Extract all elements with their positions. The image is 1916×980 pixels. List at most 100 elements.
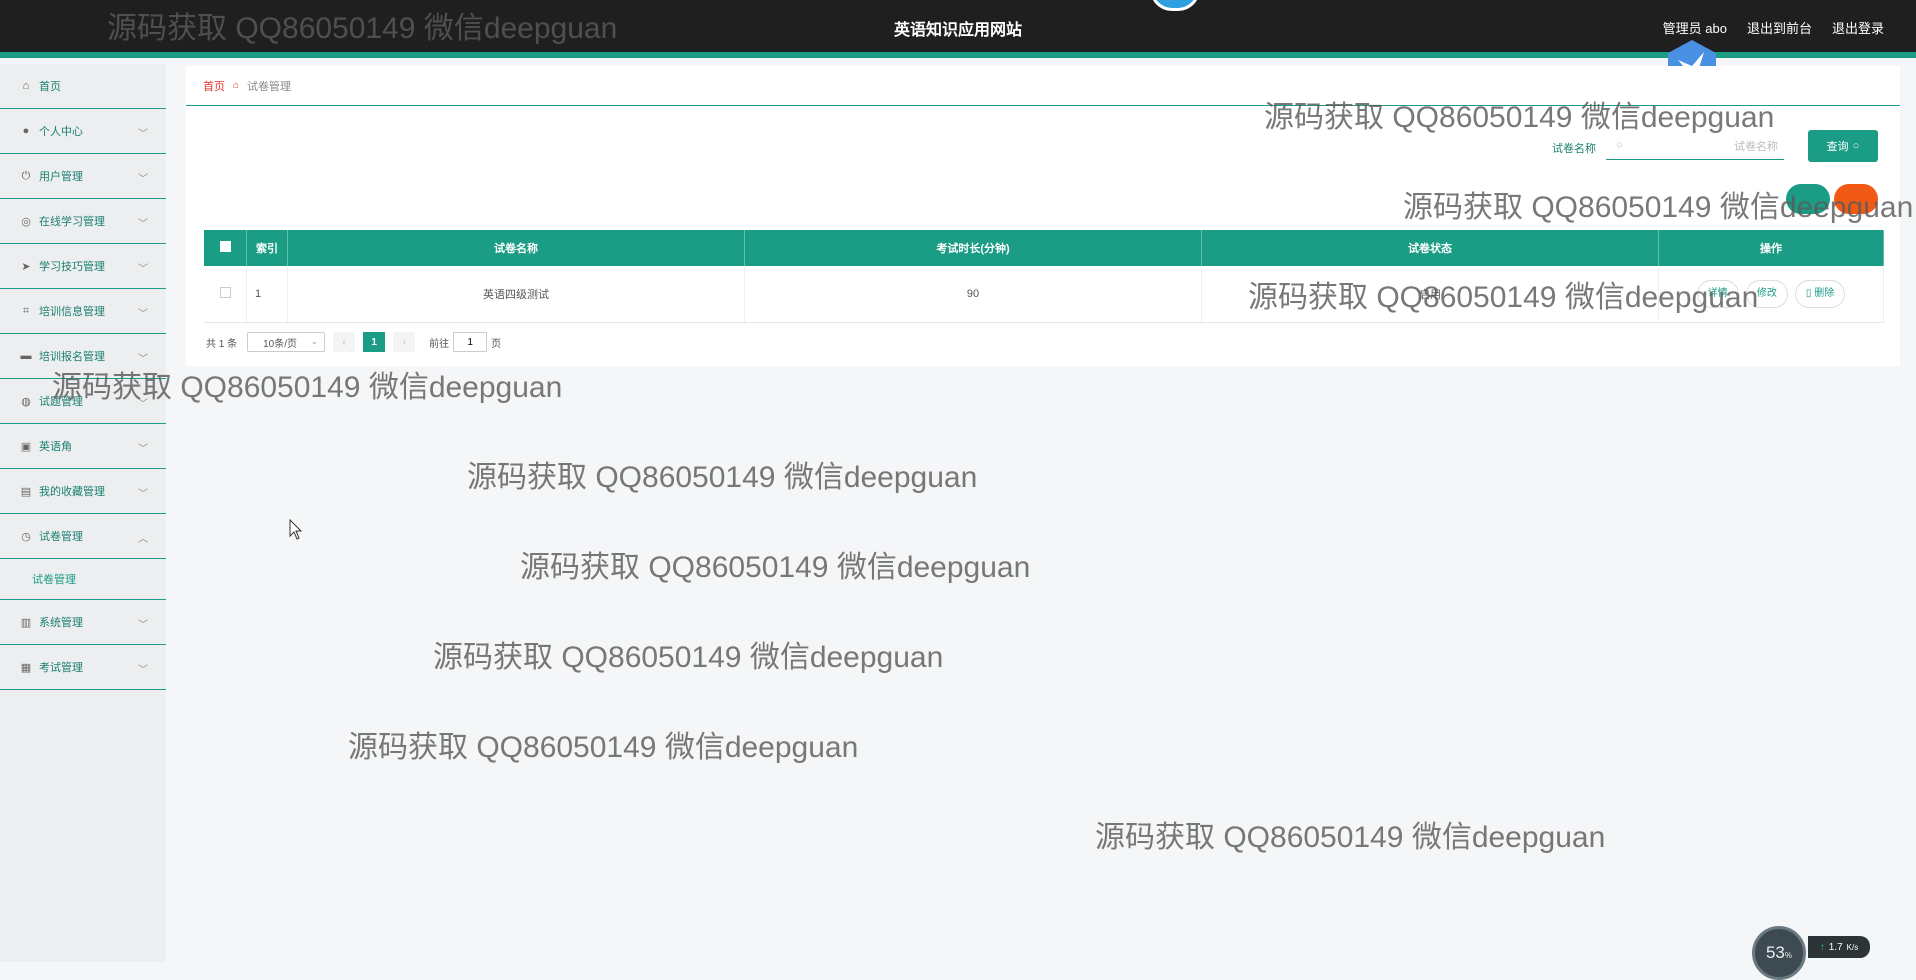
send-icon: ➤: [21, 260, 31, 273]
clock-icon: ◷: [21, 530, 31, 543]
logout-link[interactable]: 退出登录: [1832, 18, 1884, 37]
cpu-gauge: 53%: [1752, 926, 1806, 980]
col-actions: 操作: [1658, 230, 1884, 266]
sidebar-item-system[interactable]: ▥ 系统管理 ﹀: [0, 600, 166, 645]
page-size-select[interactable]: 10条/页 ⌄: [247, 332, 326, 352]
row-select-cell: [204, 266, 247, 323]
pagination: 共 1 条 10条/页 ⌄ ‹ 1 › 前往 页: [206, 332, 501, 352]
chevron-down-icon: ﹀: [138, 399, 148, 410]
sidebar-item-users[interactable]: ⏻ 用户管理 ﹀: [0, 154, 166, 199]
compass-icon: ◎: [21, 215, 31, 228]
col-index: 索引: [246, 230, 288, 266]
pagination-total: 共 1 条: [206, 338, 238, 350]
sidebar-item-home[interactable]: ⌂ 首页: [0, 64, 166, 109]
search-field: ○: [1606, 132, 1784, 160]
sidebar-item-profile[interactable]: ● 个人中心 ﹀: [0, 109, 166, 154]
row-actions: 详情 修改 ▯ 删除: [1658, 266, 1884, 323]
watermark: 源码获取 QQ86050149 微信deepguan: [433, 641, 944, 674]
sidebar-item-label: 系统管理: [39, 617, 83, 629]
sidebar-subitem-papers[interactable]: 试卷管理: [0, 559, 166, 600]
gauge-percent: 53: [1765, 943, 1785, 962]
watermark: 源码获取 QQ86050149 微信deepguan: [520, 551, 1031, 584]
chevron-down-icon: ﹀: [138, 354, 148, 365]
chevron-down-icon: ﹀: [138, 309, 148, 320]
delete-button[interactable]: ▯ 删除: [1794, 280, 1846, 308]
prev-page-button[interactable]: ‹: [333, 332, 356, 352]
view-button[interactable]: 详情: [1696, 280, 1739, 308]
top-right-links: 管理员 abo 退出到前台 退出登录: [1663, 18, 1884, 37]
speed-unit: K/s: [1846, 942, 1859, 952]
power-icon: ⏻: [21, 169, 31, 182]
chevron-left-icon: ‹: [342, 336, 346, 348]
row-status: 启用: [1201, 266, 1659, 323]
exit-to-frontend-link[interactable]: 退出到前台: [1747, 18, 1812, 37]
col-paper-name: 试卷名称: [287, 230, 745, 266]
speed-value: 1.7: [1828, 941, 1843, 953]
sidebar-item-training-info[interactable]: ⌗ 培训信息管理 ﹀: [0, 289, 166, 334]
table-row: 1 英语四级测试 90 启用 详情 修改 ▯ 删除: [204, 266, 1884, 323]
sidebar-item-label: 我的收藏管理: [39, 486, 105, 498]
query-button-label: 查询: [1826, 141, 1849, 153]
goto-page-input[interactable]: [453, 332, 488, 352]
sidebar-item-favorites[interactable]: ▤ 我的收藏管理 ﹀: [0, 469, 166, 514]
add-button[interactable]: [1786, 184, 1830, 214]
page-number-current[interactable]: 1: [363, 332, 386, 352]
arrow-up-icon: ↑: [1819, 941, 1825, 953]
next-page-button[interactable]: ›: [393, 332, 416, 352]
gauge-unit: %: [1784, 951, 1793, 960]
goto-prefix: 前往: [429, 338, 450, 350]
sidebar-item-label: 学习技巧管理: [39, 261, 105, 273]
breadcrumb: 首页 ⌂ 试卷管理: [186, 66, 1900, 106]
search-icon: ○: [1852, 140, 1860, 152]
chat-icon: ▬: [20, 350, 32, 362]
sidebar-item-english-corner[interactable]: ▣ 英语角 ﹀: [0, 424, 166, 469]
sidebar-item-label: 培训报名管理: [39, 351, 105, 363]
edit-button[interactable]: 修改: [1745, 280, 1788, 308]
sidebar-item-label: 英语角: [39, 441, 72, 453]
chevron-down-icon: ﹀: [138, 129, 148, 140]
row-duration: 90: [744, 266, 1202, 323]
row-index: 1: [246, 266, 288, 323]
row-paper-name: 英语四级测试: [287, 266, 745, 323]
sidebar-item-study-tips[interactable]: ➤ 学习技巧管理 ﹀: [0, 244, 166, 289]
chevron-down-icon: ﹀: [138, 219, 148, 230]
watermark: 源码获取 QQ86050149 微信deepguan: [467, 461, 978, 494]
site-title: 英语知识应用网站: [893, 22, 1022, 39]
content-card: 首页 ⌂ 试卷管理 试卷名称 ○ 查询 ○ 索引 试卷名称 考试时长(分钟) 试…: [186, 66, 1900, 366]
sidebar-item-label: 首页: [39, 81, 61, 93]
row-checkbox[interactable]: [219, 287, 231, 298]
sidebar-item-questions[interactable]: ◍ 试题管理 ﹀: [0, 379, 166, 424]
search-label: 试卷名称: [1552, 143, 1596, 155]
search-input[interactable]: [1636, 136, 1780, 158]
watermark: 源码获取 QQ86050149 微信deepguan: [348, 731, 859, 764]
sidebar-item-papers[interactable]: ◷ 试卷管理 ︿: [0, 514, 166, 559]
mouse-cursor-icon: [289, 519, 303, 540]
user-icon: ●: [22, 125, 30, 137]
sidebar: ⌂ 首页 ● 个人中心 ﹀ ⏻ 用户管理 ﹀ ◎ 在线学习管理 ﹀ ➤ 学习技巧…: [0, 64, 166, 962]
briefcase-icon: ▣: [20, 440, 32, 453]
crop-icon: ⌗: [22, 304, 30, 317]
query-button[interactable]: 查询 ○: [1808, 130, 1878, 162]
batch-delete-button[interactable]: [1834, 184, 1878, 214]
chevron-down-icon: ﹀: [138, 620, 148, 631]
table-header-row: 索引 试卷名称 考试时长(分钟) 试卷状态 操作: [204, 230, 1884, 266]
sidebar-item-label: 试题管理: [39, 396, 83, 408]
top-navbar: 英语知识应用网站 管理员 abo 退出到前台 退出登录: [0, 0, 1916, 58]
chevron-up-icon: ︿: [138, 534, 148, 545]
sidebar-item-training-signup[interactable]: ▬ 培训报名管理 ﹀: [0, 334, 166, 379]
select-all-checkbox[interactable]: [219, 241, 231, 252]
search-icon: ○: [1616, 139, 1623, 151]
sidebar-item-online-learning[interactable]: ◎ 在线学习管理 ﹀: [0, 199, 166, 244]
sidebar-item-label: 考试管理: [39, 662, 83, 674]
home-icon: ⌂: [22, 80, 30, 92]
network-monitor-widget[interactable]: 53% ↑ 1.7 K/s: [1752, 924, 1870, 980]
breadcrumb-home[interactable]: 首页: [203, 78, 225, 94]
avatar-partial: [1150, 0, 1200, 11]
delete-button-label: 删除: [1814, 288, 1835, 299]
goto-suffix: 页: [491, 338, 502, 350]
admin-label: 管理员 abo: [1662, 21, 1727, 36]
sidebar-item-label: 试卷管理: [39, 531, 83, 543]
breadcrumb-current: 试卷管理: [247, 80, 292, 93]
edit-button-label: 修改: [1756, 288, 1777, 299]
sidebar-item-exams[interactable]: ▦ 考试管理 ﹀: [0, 645, 166, 690]
